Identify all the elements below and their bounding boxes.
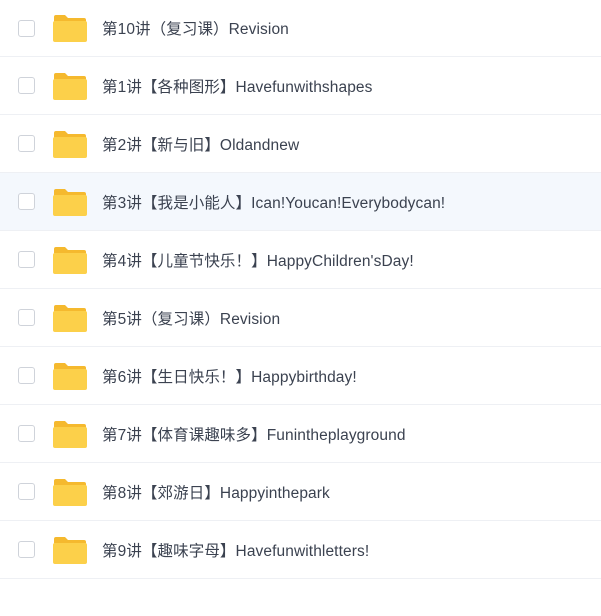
folder-icon xyxy=(53,15,87,42)
file-name[interactable]: 第7讲【体育课趣味多】Funintheplayground xyxy=(102,423,406,445)
file-name[interactable]: 第4讲【儿童节快乐！】HappyChildren'sDay! xyxy=(102,249,414,271)
folder-icon xyxy=(53,536,87,564)
row-checkbox[interactable] xyxy=(18,77,35,94)
folder-icon xyxy=(53,188,87,216)
file-row[interactable]: 第2讲【新与旧】Oldandnew xyxy=(0,115,601,173)
file-name[interactable]: 第1讲【各种图形】Havefunwithshapes xyxy=(102,75,373,97)
file-list: 第10讲（复习课）Revision 第1讲【各种图形】Havefunwithsh… xyxy=(0,0,601,579)
file-name[interactable]: 第2讲【新与旧】Oldandnew xyxy=(102,133,299,155)
file-name[interactable]: 第5讲（复习课）Revision xyxy=(102,307,280,329)
row-checkbox[interactable] xyxy=(18,309,35,326)
folder-icon xyxy=(53,130,87,158)
row-checkbox[interactable] xyxy=(18,425,35,442)
file-name[interactable]: 第3讲【我是小能人】Ican!Youcan!Everybodycan! xyxy=(102,191,445,213)
file-row[interactable]: 第8讲【郊游日】Happyinthepark xyxy=(0,463,601,521)
folder-icon xyxy=(53,420,87,448)
folder-icon xyxy=(53,362,87,390)
row-checkbox[interactable] xyxy=(18,541,35,558)
file-row[interactable]: 第10讲（复习课）Revision xyxy=(0,0,601,57)
row-checkbox[interactable] xyxy=(18,19,35,37)
row-checkbox[interactable] xyxy=(18,251,35,268)
folder-icon xyxy=(53,304,87,332)
folder-icon xyxy=(53,478,87,506)
file-row[interactable]: 第5讲（复习课）Revision xyxy=(0,289,601,347)
folder-icon xyxy=(53,72,87,100)
file-name[interactable]: 第8讲【郊游日】Happyinthepark xyxy=(102,481,330,503)
file-name[interactable]: 第6讲【生日快乐！】Happybirthday! xyxy=(102,365,357,387)
row-checkbox[interactable] xyxy=(18,367,35,384)
file-row[interactable]: 第6讲【生日快乐！】Happybirthday! xyxy=(0,347,601,405)
file-row[interactable]: 第9讲【趣味字母】Havefunwithletters! xyxy=(0,521,601,579)
file-name[interactable]: 第10讲（复习课）Revision xyxy=(102,17,289,39)
file-row[interactable]: 第4讲【儿童节快乐！】HappyChildren'sDay! xyxy=(0,231,601,289)
file-row[interactable]: 第3讲【我是小能人】Ican!Youcan!Everybodycan! xyxy=(0,173,601,231)
row-checkbox[interactable] xyxy=(18,193,35,210)
file-row[interactable]: 第7讲【体育课趣味多】Funintheplayground xyxy=(0,405,601,463)
file-row[interactable]: 第1讲【各种图形】Havefunwithshapes xyxy=(0,57,601,115)
file-name[interactable]: 第9讲【趣味字母】Havefunwithletters! xyxy=(102,539,369,561)
row-checkbox[interactable] xyxy=(18,135,35,152)
folder-icon xyxy=(53,246,87,274)
row-checkbox[interactable] xyxy=(18,483,35,500)
